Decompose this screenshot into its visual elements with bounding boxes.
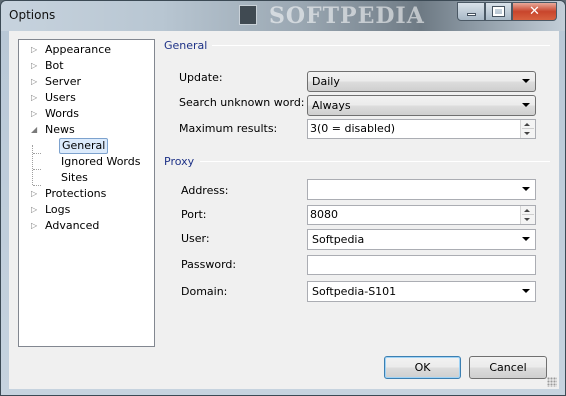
maximize-icon (492, 6, 505, 17)
tree-connector (33, 169, 41, 170)
maximum-results-value: 3(0 = disabled) (310, 122, 396, 135)
expand-icon[interactable]: ▷ (31, 218, 41, 234)
maximum-results-spinbox[interactable]: 3(0 = disabled) (307, 119, 536, 139)
tree-connector (32, 145, 33, 185)
options-window: Options SOFTPEDIA ✕ ▷ Appearance ▷ Bot ▷… (0, 0, 566, 396)
user-combobox[interactable]: Softpedia (307, 229, 536, 250)
collapse-icon[interactable]: ◢ (31, 122, 41, 138)
watermark: SOFTPEDIA (269, 3, 425, 29)
minimize-icon (466, 13, 476, 16)
expand-icon[interactable]: ▷ (31, 90, 41, 106)
tree-item-label: Bot (45, 59, 64, 72)
chevron-down-icon (522, 79, 530, 83)
maximum-results-label: Maximum results: (179, 122, 278, 135)
chevron-down-icon[interactable] (522, 187, 530, 191)
port-label: Port: (181, 208, 207, 221)
resize-grip-icon[interactable] (547, 377, 557, 387)
address-label: Address: (181, 184, 229, 197)
tree-item-label: Protections (45, 187, 107, 200)
password-label: Password: (181, 258, 237, 271)
expand-icon[interactable]: ▷ (31, 202, 41, 218)
proxy-group-title: Proxy (164, 155, 195, 168)
search-unknown-word-dropdown[interactable]: Always (307, 95, 536, 116)
tree-item-label: Users (45, 91, 76, 104)
tree-item-label: Words (45, 107, 80, 120)
update-dropdown[interactable]: Daily (307, 71, 536, 92)
window-title: Options (9, 8, 56, 22)
maximize-button[interactable] (485, 2, 512, 21)
spin-down-icon[interactable] (524, 218, 530, 221)
spin-up-icon[interactable] (524, 209, 530, 212)
update-label: Update: (179, 71, 223, 84)
spin-divider (522, 128, 534, 129)
spin-down-icon[interactable] (524, 132, 530, 135)
tree-item-label: Logs (45, 203, 71, 216)
spin-buttons[interactable] (520, 120, 535, 138)
dialog-client: ▷ Appearance ▷ Bot ▷ Server ▷ Users ▷ Wo… (9, 31, 559, 389)
proxy-group-divider (200, 161, 550, 162)
tree-item-label: General (59, 138, 109, 154)
domain-combobox[interactable]: Softpedia-S101 (307, 281, 536, 302)
expand-icon[interactable]: ▷ (31, 106, 41, 122)
chevron-down-icon[interactable] (522, 289, 530, 293)
expand-icon[interactable]: ▷ (31, 58, 41, 74)
password-field[interactable] (307, 255, 536, 275)
tree-item-label: Sites (61, 171, 88, 184)
port-spinbox[interactable]: 8080 (307, 205, 536, 225)
tree-item-label: Server (45, 75, 82, 88)
cancel-button[interactable]: Cancel (469, 356, 547, 379)
spin-buttons[interactable] (520, 206, 535, 224)
expand-icon[interactable]: ▷ (31, 186, 41, 202)
minimize-button[interactable] (457, 2, 485, 21)
general-group-divider (212, 45, 550, 46)
general-group-title: General (164, 39, 208, 52)
close-icon: ✕ (529, 4, 540, 19)
search-unknown-word-label: Search unknown word: (179, 96, 305, 109)
port-value: 8080 (310, 208, 338, 221)
chevron-down-icon[interactable] (522, 237, 530, 241)
tree-connector (33, 153, 41, 154)
spin-up-icon[interactable] (524, 123, 530, 126)
domain-label: Domain: (181, 285, 228, 298)
expand-icon[interactable]: ▷ (31, 42, 41, 58)
domain-value: Softpedia-S101 (312, 285, 397, 298)
tree-item-label: Ignored Words (61, 155, 141, 168)
title-bar[interactable]: Options SOFTPEDIA ✕ (1, 1, 565, 31)
expand-icon[interactable]: ▷ (31, 74, 41, 90)
spin-divider (522, 214, 534, 215)
user-label: User: (181, 232, 210, 245)
user-value: Softpedia (312, 233, 365, 246)
tree-item-label: News (45, 123, 75, 136)
close-button[interactable]: ✕ (512, 2, 557, 21)
tree-item-label: Appearance (45, 43, 112, 56)
watermark-box (239, 5, 257, 25)
ok-button[interactable]: OK (384, 356, 461, 379)
tree-item-label: Advanced (45, 219, 100, 232)
address-combobox[interactable] (307, 179, 536, 200)
chevron-down-icon (522, 103, 530, 107)
options-tree[interactable]: ▷ Appearance ▷ Bot ▷ Server ▷ Users ▷ Wo… (18, 39, 155, 347)
search-unknown-word-value: Always (312, 99, 351, 112)
update-value: Daily (312, 75, 340, 88)
